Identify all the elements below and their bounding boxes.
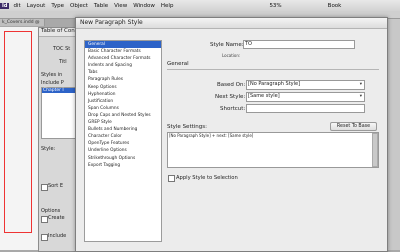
menu-object[interactable]: Object [70, 3, 88, 9]
general-heading: General [167, 61, 189, 67]
toc-options-label: Options [41, 208, 61, 214]
menu-help[interactable]: Help [161, 3, 174, 9]
toc-dialog-title: Table of Con [41, 28, 75, 34]
based-on-dropdown[interactable]: [No Paragraph Style] ▾ [246, 80, 365, 90]
new-paragraph-style-dialog: New Paragraph Style General Basic Charac… [75, 17, 388, 252]
document-tab-label: k_Covers.indd @ [2, 20, 40, 25]
settings-scrollbar[interactable] [372, 133, 378, 167]
location-label: Location: [222, 53, 241, 58]
next-style-label: Next Style: [215, 94, 246, 100]
toc-include-label: Include P [41, 80, 64, 86]
toc-include-list[interactable]: Chapter I [41, 87, 77, 139]
document-tab[interactable]: k_Covers.indd @ [0, 19, 45, 26]
menu-window[interactable]: Window [133, 3, 155, 9]
shortcut-label: Shortcut: [220, 106, 246, 112]
style-settings-text: [No Paragraph Style] + next: [Same style… [169, 133, 254, 138]
menu-table[interactable]: Table [94, 3, 108, 9]
toc-style-label-2: Style: [41, 146, 56, 152]
category-bullets-and-numbering[interactable]: Bullets and Numbering [85, 126, 161, 133]
category-basic-character-formats[interactable]: Basic Character Formats [85, 48, 161, 55]
style-name-input[interactable]: TO [243, 40, 355, 49]
category-justification[interactable]: Justification [85, 98, 161, 105]
style-name-value: TO [245, 41, 252, 47]
workspace-switcher[interactable]: Book [328, 3, 342, 9]
next-style-dropdown[interactable]: [Same style] ▾ [246, 92, 365, 102]
category-character-color[interactable]: Character Color [85, 133, 161, 140]
toc-include2-checkbox[interactable] [41, 234, 48, 241]
category-hyphenation[interactable]: Hyphenation [85, 91, 161, 98]
document-canvas [0, 27, 39, 250]
category-keep-options[interactable]: Keep Options [85, 84, 161, 91]
category-strikethrough-options[interactable]: Strikethrough Options [85, 155, 161, 162]
dialog-titlebar[interactable]: New Paragraph Style [76, 18, 387, 29]
style-settings-box: [No Paragraph Style] + next: [Same style… [167, 132, 379, 168]
category-tabs[interactable]: Tabs [85, 69, 161, 76]
menu-layout[interactable]: Layout [27, 3, 46, 9]
toc-create-checkbox[interactable] [41, 216, 48, 223]
toc-title-label: Titl [59, 59, 67, 65]
based-on-value: [No Paragraph Style] [248, 81, 301, 87]
toc-include-item[interactable]: Chapter I [42, 88, 76, 93]
reset-to-base-label: Reset To Base [336, 124, 371, 129]
category-list[interactable]: General Basic Character Formats Advanced… [84, 40, 162, 242]
category-drop-caps[interactable]: Drop Caps and Nested Styles [85, 112, 161, 119]
category-underline-options[interactable]: Underline Options [85, 147, 161, 154]
category-export-tagging[interactable]: Export Tagging [85, 162, 161, 169]
category-general[interactable]: General [85, 41, 161, 49]
toc-create-label: Create [48, 215, 65, 221]
toc-include2-label: Include [48, 233, 67, 239]
menu-type[interactable]: Type [51, 3, 64, 9]
style-name-label: Style Name: [210, 42, 244, 48]
reset-to-base-button[interactable]: Reset To Base [330, 122, 377, 131]
general-divider [167, 69, 379, 70]
indesign-logo: Id [0, 2, 10, 9]
style-settings-label: Style Settings: [167, 124, 207, 130]
chevron-down-icon: ▾ [359, 94, 362, 99]
apply-style-checkbox[interactable] [168, 175, 175, 182]
category-grep-style[interactable]: GREP Style [85, 119, 161, 126]
toc-sort-checkbox[interactable] [41, 184, 48, 191]
toc-styles-in-label: Styles in [41, 72, 63, 78]
category-opentype-features[interactable]: OpenType Features [85, 140, 161, 147]
toc-style-label: TOC St [53, 46, 71, 52]
category-advanced-character-formats[interactable]: Advanced Character Formats [85, 55, 161, 62]
menu-view[interactable]: View [114, 3, 127, 9]
panel-dock [386, 19, 400, 250]
page-bleed-guide [4, 31, 32, 233]
zoom-level[interactable]: 53% [269, 3, 281, 9]
category-paragraph-rules[interactable]: Paragraph Rules [85, 76, 161, 83]
next-style-value: [Same style] [248, 93, 280, 99]
chevron-down-icon: ▾ [359, 82, 362, 87]
based-on-label: Based On: [217, 82, 246, 88]
category-span-columns[interactable]: Span Columns [85, 105, 161, 112]
toc-sort-label: Sort E [48, 183, 63, 189]
apply-style-label: Apply Style to Selection [176, 175, 238, 181]
menu-edit[interactable]: dit [13, 3, 20, 9]
dialog-title: New Paragraph Style [80, 19, 143, 26]
shortcut-input[interactable] [246, 104, 365, 113]
category-indents-and-spacing[interactable]: Indents and Spacing [85, 62, 161, 69]
